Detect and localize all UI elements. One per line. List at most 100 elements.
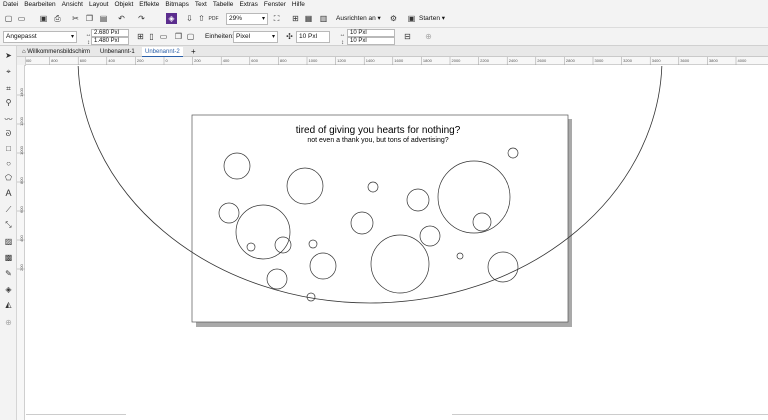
portrait-icon[interactable]: ▯	[146, 31, 157, 42]
menu-item[interactable]: Text	[192, 0, 210, 10]
page-title[interactable]: tired of giving you hearts for nothing?	[296, 125, 461, 136]
smart-fill-icon[interactable]: ◭	[3, 299, 14, 310]
options-gear-icon[interactable]: ⚙	[388, 13, 399, 24]
menu-item[interactable]: Hilfe	[289, 0, 308, 10]
menu-item[interactable]: Layout	[86, 0, 112, 10]
redo-icon[interactable]: ↷	[136, 13, 147, 24]
ruler-tick-label: 0	[166, 58, 169, 63]
ruler-tick-label: 2200	[480, 58, 490, 63]
pick-tool-icon[interactable]: ➤	[3, 50, 14, 61]
add-tool-icon[interactable]: ⊕	[3, 317, 14, 328]
ruler-tick-label: 1400	[366, 58, 376, 63]
duplicate-x-field[interactable]: 10 Pxl	[347, 29, 395, 37]
page-subtitle[interactable]: not even a thank you, but tons of advert…	[307, 137, 448, 144]
page-navigator[interactable]	[26, 414, 126, 420]
ruler-tick-label: 3600	[680, 58, 690, 63]
tab-label: Unbenannt-1	[100, 49, 135, 55]
menu-item[interactable]: Fenster	[261, 0, 289, 10]
all-pages-icon[interactable]: ❐	[173, 31, 184, 42]
export-icon[interactable]: ⇧	[196, 13, 207, 24]
ruler-tick-label: 1200	[19, 116, 24, 126]
ellipse-tool-icon[interactable]: ○	[3, 158, 14, 169]
save-icon[interactable]: ▣	[38, 13, 49, 24]
shape-tool-icon[interactable]: ⌖	[3, 66, 14, 77]
menu-item[interactable]: Extras	[236, 0, 260, 10]
ruler-tick-label: 3000	[595, 58, 605, 63]
full-screen-icon[interactable]: ⛶	[271, 13, 282, 24]
new-document-icon[interactable]: ▢	[3, 13, 14, 24]
eyedropper-tool-icon[interactable]: ✎	[3, 268, 14, 279]
menu-item[interactable]: Ansicht	[59, 0, 86, 10]
nudge-distance-field[interactable]: 10 Pxl	[296, 31, 330, 43]
vertical-ruler[interactable]: 1400 1200 1000 800 600 400 200	[17, 65, 25, 420]
align-to-dropdown[interactable]: Ausrichten an ▾	[336, 13, 381, 25]
copy-icon[interactable]: ❐	[84, 13, 95, 24]
page-height-field[interactable]: 1.480 Pxl	[91, 37, 129, 45]
standard-toolbar: ▢ ▭ ▣ ⎙ ✂ ❐ ▤ ↶ ↷ ◈ ⇩ ⇧ PDF 29% ⛶ ⊞ ▦ ▥ …	[0, 10, 768, 28]
property-bar: Angepasst ↔ 2.680 Pxl ↕ 1.480 Pxl ⊞ ▯ ▭ …	[0, 28, 768, 46]
guidelines-icon[interactable]: ▥	[318, 13, 329, 24]
parallel-dimension-icon[interactable]: ⟋	[3, 204, 14, 215]
page-size-value: Angepasst	[6, 33, 37, 40]
artistic-media-icon[interactable]: ᘐ	[3, 128, 14, 139]
page-height-value: 1.480 Pxl	[94, 38, 120, 44]
menu-item[interactable]: Datei	[0, 0, 21, 10]
tab-welcome-screen[interactable]: ⌂ Willkommensbildschirm	[19, 47, 93, 57]
print-icon[interactable]: ⎙	[52, 13, 63, 24]
lock-ratio-icon[interactable]: ⊞	[135, 31, 146, 42]
paste-icon[interactable]: ▤	[98, 13, 109, 24]
grid-icon[interactable]: ▦	[303, 13, 314, 24]
landscape-icon[interactable]: ▭	[158, 31, 169, 42]
text-tool-icon[interactable]: A	[3, 188, 14, 199]
ruler-tick-label: 3400	[652, 58, 662, 63]
menu-item[interactable]: Bitmaps	[162, 0, 191, 10]
pdf-export-icon[interactable]: PDF	[208, 13, 219, 24]
import-icon[interactable]: ⇩	[184, 13, 195, 24]
launch-icon[interactable]: ▣	[406, 13, 417, 24]
rulers-icon[interactable]: ⊞	[290, 13, 301, 24]
page-width-field[interactable]: 2.680 Pxl	[91, 29, 129, 37]
rectangle-tool-icon[interactable]: □	[3, 143, 14, 154]
menu-item[interactable]: Tabelle	[210, 0, 237, 10]
cut-icon[interactable]: ✂	[70, 13, 81, 24]
menu-item[interactable]: Bearbeiten	[21, 0, 58, 10]
connector-tool-icon[interactable]: ⤡	[3, 219, 14, 230]
zoom-tool-icon[interactable]: ⚲	[3, 97, 14, 108]
align-to-label: Ausrichten an	[336, 15, 376, 22]
page[interactable]	[191, 114, 569, 323]
current-page-icon[interactable]: ▢	[185, 31, 196, 42]
page-size-select[interactable]: Angepasst	[3, 31, 77, 43]
transparency-tool-icon[interactable]: ▩	[3, 252, 14, 263]
drawing-area[interactable]: tired of giving you hearts for nothing? …	[26, 66, 768, 420]
nudge-icon: ✣	[286, 32, 293, 41]
add-tab-button[interactable]: +	[188, 47, 199, 57]
tab-document-2[interactable]: Unbenannt-2	[142, 47, 183, 57]
menu-item[interactable]: Effekte	[136, 0, 162, 10]
menu-item[interactable]: Objekt	[112, 0, 137, 10]
zoom-level-select[interactable]: 29%	[226, 13, 268, 25]
launch-dropdown[interactable]: Starten ▾	[419, 13, 445, 25]
ruler-tick-label: 200	[137, 58, 144, 63]
horizontal-ruler[interactable]: 1000 800 600 400 200 0 200 400 600 800 1000 1200 140…	[17, 57, 768, 65]
freehand-tool-icon[interactable]: 〰	[3, 114, 14, 125]
units-select[interactable]: Pixel	[233, 31, 278, 43]
horizontal-scrollbar[interactable]	[452, 414, 768, 420]
ruler-tick-label: 4000	[738, 58, 748, 63]
treat-as-filled-icon[interactable]: ⊟	[402, 31, 413, 42]
ruler-tick-label: 400	[223, 58, 230, 63]
polygon-tool-icon[interactable]: ⬠	[3, 172, 14, 183]
vertical-ruler-ticks: 1400 1200 1000 800 600 400 200	[17, 87, 25, 271]
search-content-icon[interactable]: ◈	[166, 13, 177, 24]
duplicate-y-field[interactable]: 10 Pxl	[347, 37, 395, 45]
drawing-canvas[interactable]: tired of giving you hearts for nothing? …	[26, 66, 768, 420]
units-value: Pixel	[236, 33, 251, 40]
drop-shadow-tool-icon[interactable]: ▨	[3, 236, 14, 247]
tab-label: Unbenannt-2	[145, 49, 180, 55]
tab-document-1[interactable]: Unbenannt-1	[97, 47, 138, 57]
open-icon[interactable]: ▭	[16, 13, 27, 24]
undo-icon[interactable]: ↶	[116, 13, 127, 24]
add-page-icon[interactable]: ⊕	[423, 31, 434, 42]
interactive-fill-icon[interactable]: ◈	[3, 284, 14, 295]
crop-tool-icon[interactable]: ⌗	[3, 83, 14, 94]
ruler-tick-label: 2400	[509, 58, 519, 63]
